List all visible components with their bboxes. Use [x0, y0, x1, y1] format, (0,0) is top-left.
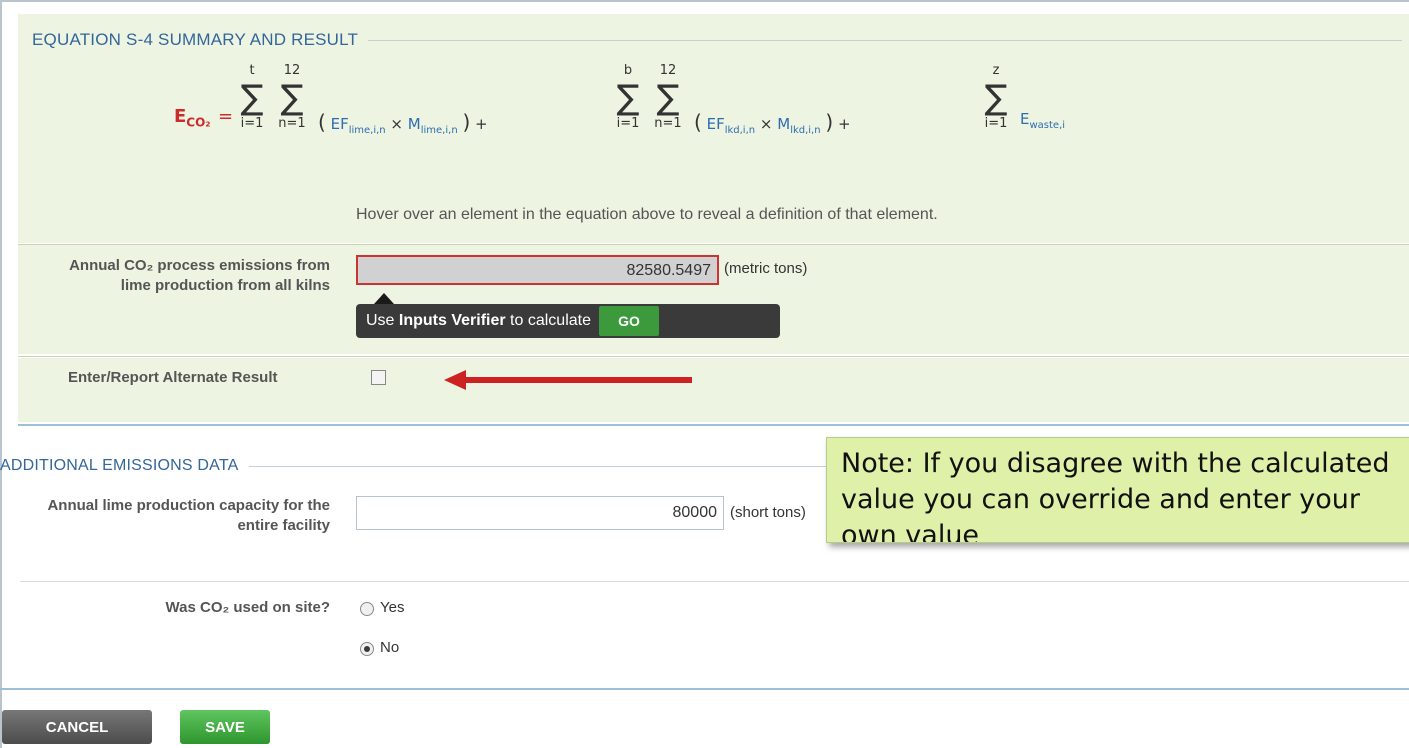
inputs-verifier-tooltip: Use Inputs Verifier to calculate GO	[356, 293, 780, 338]
ef-lime-term[interactable]: EFlime,i,n	[331, 115, 386, 136]
sum-symbol-12[interactable]: 12 ∑ n=1	[272, 54, 312, 131]
lkd-term: ( EFlkd,i,n × Mlkd,i,n ) +	[694, 110, 851, 136]
equation-lhs[interactable]: ECO₂	[174, 106, 211, 130]
equation: ECO₂ = t ∑ i=1 12 ∑ n=1 ( EFlime,i,n × M…	[150, 54, 1250, 194]
co2-used-label: Was CO₂ used on site?	[165, 599, 330, 616]
sum-symbol-b[interactable]: b ∑ i=1	[608, 54, 648, 131]
ef-lkd-term[interactable]: EFlkd,i,n	[707, 115, 756, 136]
sum-symbol-12b[interactable]: 12 ∑ n=1	[648, 54, 688, 131]
equation-hint: Hover over an element in the equation ab…	[356, 206, 938, 223]
equation-equals: =	[218, 106, 234, 127]
radio-no[interactable]	[360, 642, 374, 656]
radio-yes-label[interactable]: Yes	[380, 599, 404, 616]
result-value-field[interactable]: 82580.5497	[356, 255, 719, 285]
row-divider	[20, 581, 1409, 582]
section-separator	[0, 688, 1409, 690]
capacity-label: Annual lime production capacity for the …	[47, 497, 330, 534]
additional-section-title: ADDITIONAL EMISSIONS DATA	[0, 457, 239, 474]
capacity-input[interactable]: 80000	[356, 496, 724, 530]
note-callout: Note: If you disagree with the calculate…	[826, 437, 1409, 543]
waste-term[interactable]: Ewaste,i	[1020, 110, 1065, 131]
cancel-button[interactable]: CANCEL	[2, 710, 152, 744]
result-label: Annual CO₂ process emissions from lime p…	[69, 257, 330, 294]
left-arrow-icon	[444, 370, 692, 390]
sum-symbol-t[interactable]: t ∑ i=1	[232, 54, 272, 131]
radio-no-label[interactable]: No	[380, 639, 399, 656]
verifier-text: Use Inputs Verifier to calculate	[366, 312, 591, 329]
result-unit: (metric tons)	[724, 260, 808, 277]
alternate-result-checkbox[interactable]	[371, 370, 386, 385]
radio-yes[interactable]	[360, 602, 374, 616]
triangle-up-icon	[374, 293, 394, 304]
go-button[interactable]: GO	[599, 306, 659, 336]
equation-section-header: EQUATION S-4 SUMMARY AND RESULT	[32, 30, 1402, 50]
title-rule	[368, 39, 1402, 41]
row-divider	[18, 356, 1409, 357]
equation-section-title: EQUATION S-4 SUMMARY AND RESULT	[32, 30, 359, 49]
m-lkd-term[interactable]: Mlkd,i,n	[777, 115, 820, 136]
section-separator	[18, 424, 1409, 426]
row-divider	[18, 244, 1409, 245]
lime-term: ( EFlime,i,n × Mlime,i,n ) +	[318, 110, 488, 136]
sum-symbol-z[interactable]: z ∑ i=1	[976, 54, 1016, 131]
m-lime-term[interactable]: Mlime,i,n	[408, 115, 458, 136]
save-button[interactable]: SAVE	[180, 710, 270, 744]
capacity-unit: (short tons)	[730, 504, 806, 521]
alternate-result-label: Enter/Report Alternate Result	[68, 369, 278, 386]
